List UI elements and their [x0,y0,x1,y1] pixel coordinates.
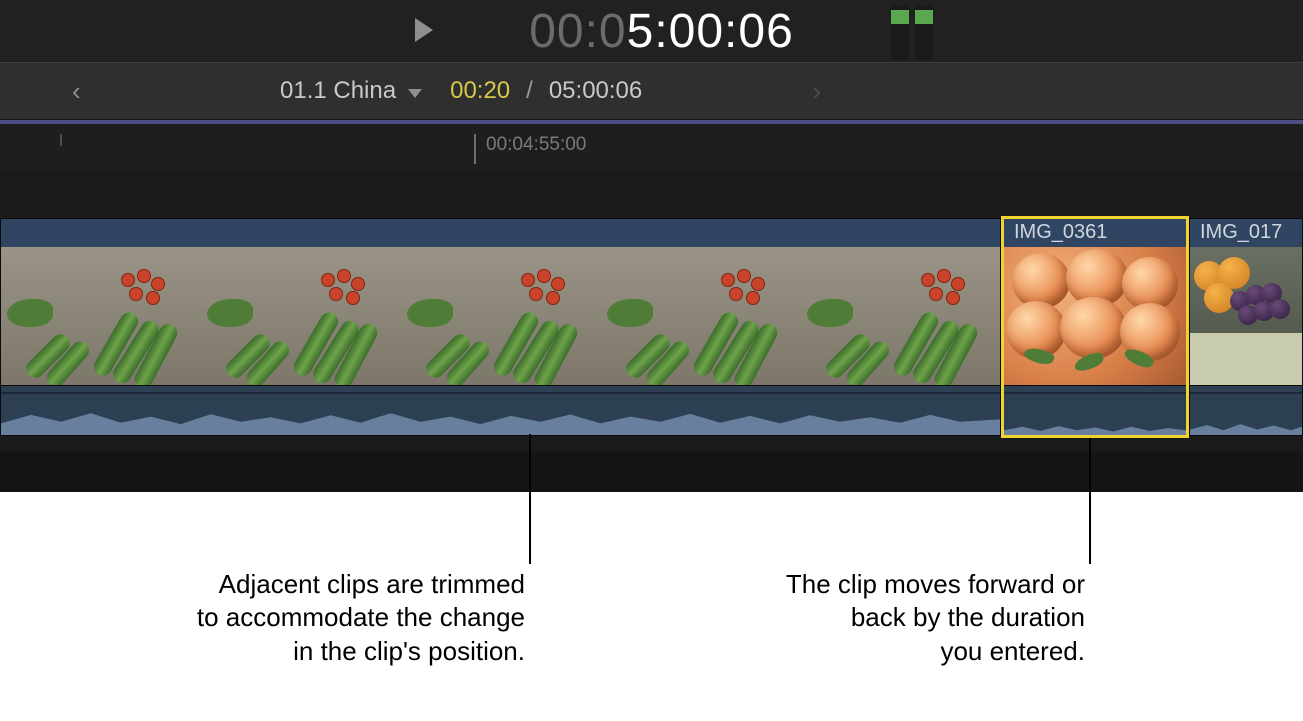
callout-line-right [1089,434,1091,564]
clip-audio-waveform [1,385,1000,436]
ruler-tick-major: 00:04:55:00 [474,134,586,162]
timeline-clip-next[interactable]: IMG_017 [1189,218,1303,436]
track-spacer [0,170,1303,218]
callout-line-left [529,434,531,564]
callout-text-right: The clip moves forward or back by the du… [720,568,1085,668]
clip-thumbnail [801,247,1001,385]
primary-storyline[interactable]: IMG_0361 [0,218,1303,452]
clip-thumbnail [1,247,201,385]
audio-meter-right [915,6,933,60]
audio-meter-left [891,6,909,60]
timecode-dim: 00:0 [529,5,626,58]
timecode-display[interactable]: 00:05:00:06 [529,4,794,59]
project-nav-bar: ‹ 01.1 China 00:20 / 05:00:06 › [0,62,1303,120]
audio-meters [891,6,933,60]
clip-thumbnail [601,247,801,385]
clip-label: IMG_0361 [1004,219,1186,247]
video-editor-timeline: 00:05:00:06 ‹ 01.1 China 00:20 / 05:00:0… [0,0,1303,721]
elapsed-time: 00:20 [450,77,510,105]
clip-filmstrip [1004,247,1186,385]
callout-text-left: Adjacent clips are trimmed to accommodat… [150,568,525,668]
annotations: Adjacent clips are trimmed to accommodat… [0,492,1303,721]
clip-filmstrip [1190,247,1302,385]
timeline-clip-adjacent[interactable] [0,218,1001,436]
timeline-ruler[interactable]: 00:04:55:00 [0,120,1303,170]
clip-audio-waveform [1004,385,1186,436]
clip-filmstrip [1,247,1000,385]
timecode-bar: 00:05:00:06 [0,0,1303,62]
clip-thumbnail [401,247,601,385]
ruler-label: 00:04:55:00 [486,134,586,156]
project-title-dropdown[interactable]: 01.1 China 00:20 / 05:00:06 [280,77,642,105]
clip-label-bar [1,219,1000,247]
play-icon[interactable] [415,18,433,42]
ruler-tick [60,134,62,146]
clip-audio-waveform [1190,385,1302,436]
clip-thumbnail [201,247,401,385]
clip-thumbnail [1190,247,1302,385]
timeline-clip-selected[interactable]: IMG_0361 [1003,218,1187,436]
chevron-down-icon [408,89,422,98]
nav-forward-button: › [800,68,833,115]
clip-label: IMG_017 [1190,219,1302,247]
time-separator: / [526,77,533,105]
total-duration: 05:00:06 [549,77,642,105]
project-name: 01.1 China [280,77,396,105]
nav-back-button[interactable]: ‹ [60,68,93,115]
track-footer [0,452,1303,492]
timecode-bright: 5:00:06 [627,5,794,58]
clip-thumbnail [1004,247,1186,385]
